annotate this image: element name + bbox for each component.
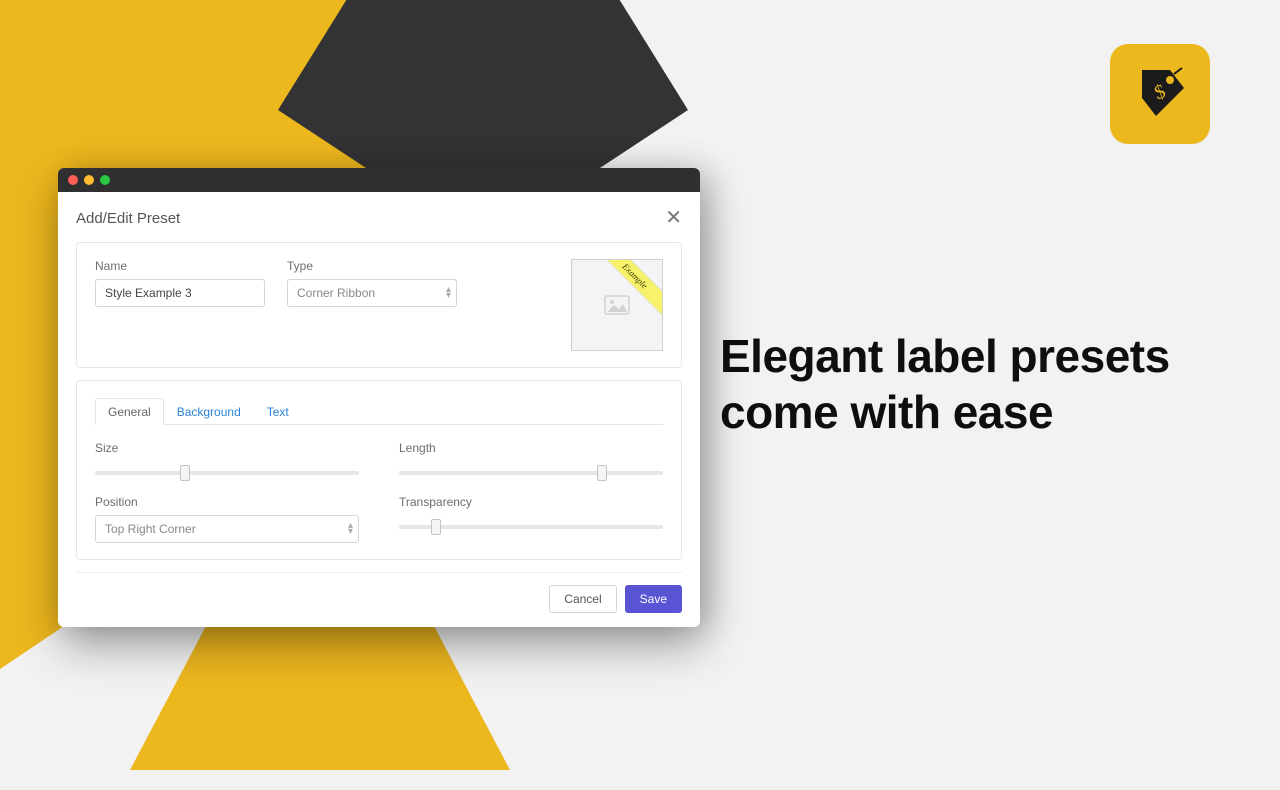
name-input[interactable] — [95, 279, 265, 307]
preset-editor-window: Add/Edit Preset ✕ Name Type Corner Ribbo… — [58, 168, 700, 627]
image-placeholder-icon — [604, 295, 630, 315]
marketing-tagline: Elegant label presets come with ease — [720, 328, 1280, 440]
settings-tabs: General Background Text — [95, 397, 663, 425]
window-titlebar — [58, 168, 700, 192]
panel-basic: Name Type Corner Ribbon ▴▾ — [76, 242, 682, 368]
length-slider[interactable] — [399, 463, 663, 481]
cancel-button[interactable]: Cancel — [549, 585, 616, 613]
length-label: Length — [399, 441, 663, 455]
type-label: Type — [287, 259, 457, 273]
modal-footer: Cancel Save — [76, 572, 682, 613]
type-select[interactable]: Corner Ribbon — [287, 279, 457, 307]
chevron-updown-icon: ▴▾ — [446, 287, 451, 299]
transparency-slider[interactable] — [399, 517, 663, 535]
position-label: Position — [95, 495, 359, 509]
name-label: Name — [95, 259, 265, 273]
price-tag-icon: $ — [1132, 66, 1188, 122]
window-zoom-icon[interactable] — [100, 175, 110, 185]
tab-text[interactable]: Text — [254, 398, 302, 425]
position-select-value: Top Right Corner — [105, 522, 196, 536]
app-icon: $ — [1110, 44, 1210, 144]
chevron-updown-icon: ▴▾ — [348, 523, 353, 535]
preset-preview: Example — [571, 259, 663, 351]
panel-settings: General Background Text Size Length — [76, 380, 682, 560]
transparency-label: Transparency — [399, 495, 663, 509]
close-icon[interactable]: ✕ — [665, 208, 682, 228]
save-button[interactable]: Save — [625, 585, 682, 613]
size-label: Size — [95, 441, 359, 455]
size-slider[interactable] — [95, 463, 359, 481]
window-close-icon[interactable] — [68, 175, 78, 185]
type-select-value: Corner Ribbon — [297, 286, 375, 300]
position-select[interactable]: Top Right Corner — [95, 515, 359, 543]
window-minimize-icon[interactable] — [84, 175, 94, 185]
modal-title: Add/Edit Preset — [76, 210, 180, 227]
tab-background[interactable]: Background — [164, 398, 254, 425]
tab-general[interactable]: General — [95, 398, 164, 425]
